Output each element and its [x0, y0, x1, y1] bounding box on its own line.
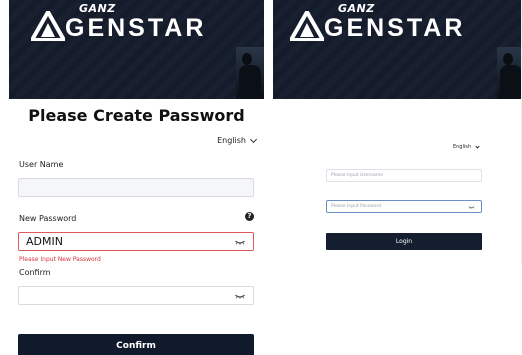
new-password-field[interactable]: ADMIN: [18, 232, 254, 251]
confirm-label: Confirm: [19, 268, 51, 277]
help-icon[interactable]: ?: [245, 212, 254, 221]
confirm-button[interactable]: Confirm: [18, 334, 254, 355]
logo-large-text: GENSTAR: [324, 14, 466, 42]
username-label: User Name: [19, 160, 64, 169]
logo-small-text: GANZ: [338, 2, 375, 15]
language-label: English: [452, 144, 471, 150]
new-password-value: ADMIN: [26, 235, 63, 248]
banner-photo: [497, 47, 521, 99]
brand-logo: GANZ GENSTAR: [31, 2, 207, 42]
new-password-error: Please Input New Password: [19, 256, 101, 263]
create-password-panel: GANZ GENSTAR Please Create Password Engl…: [9, 0, 264, 355]
brand-logo: GANZ GENSTAR: [290, 2, 466, 42]
confirm-password-field[interactable]: [18, 286, 254, 305]
logo-large-text: GENSTAR: [65, 14, 207, 42]
language-selector[interactable]: English: [217, 135, 258, 145]
header-banner: GANZ GENSTAR: [273, 0, 521, 99]
username-placeholder: Please Input Username: [331, 173, 384, 178]
ganz-logo-icon: [31, 11, 65, 41]
language-selector[interactable]: English: [452, 144, 480, 150]
eye-closed-icon[interactable]: [235, 240, 245, 245]
header-banner: GANZ GENSTAR: [9, 0, 264, 99]
login-panel: GANZ GENSTAR English Please Input Userna…: [273, 0, 522, 264]
eye-closed-icon[interactable]: [235, 294, 245, 299]
logo-wordmark: GANZ GENSTAR: [65, 2, 207, 42]
login-button[interactable]: Login: [326, 233, 482, 250]
banner-photo: [236, 47, 264, 99]
username-input[interactable]: Please Input Username: [326, 169, 482, 182]
logo-wordmark: GANZ GENSTAR: [324, 2, 466, 42]
chevron-down-icon: [475, 144, 480, 149]
ganz-logo-icon: [290, 11, 324, 41]
chevron-down-icon: [249, 135, 258, 143]
eye-closed-icon[interactable]: [468, 206, 475, 209]
username-field[interactable]: [18, 178, 254, 197]
new-password-label: New Password: [19, 214, 77, 223]
language-label: English: [217, 136, 246, 145]
password-placeholder: Please Input Password: [331, 204, 382, 209]
page-title: Please Create Password: [28, 106, 245, 125]
password-input[interactable]: Please Input Password: [326, 200, 482, 213]
logo-small-text: GANZ: [79, 2, 116, 15]
